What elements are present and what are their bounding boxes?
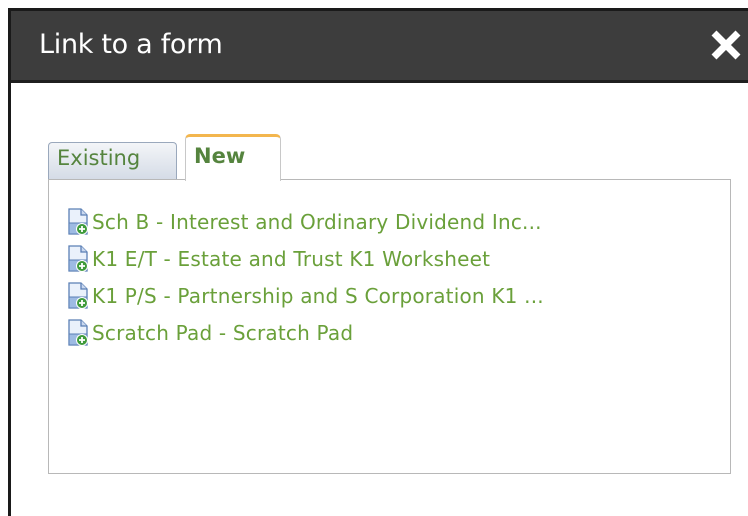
form-list: Sch B - Interest and Ordinary Dividend I… — [67, 203, 544, 351]
new-document-icon — [68, 318, 88, 346]
link-to-form-dialog: Link to a form Existing New Sch B - Inte… — [8, 8, 748, 516]
form-label: K1 P/S - Partnership and S Corporation K… — [92, 283, 544, 308]
tab-new[interactable]: New — [185, 134, 281, 181]
form-label: K1 E/T - Estate and Trust K1 Worksheet — [92, 246, 491, 271]
form-label: Scratch Pad - Scratch Pad — [92, 320, 354, 345]
new-document-icon — [68, 281, 88, 309]
list-item-form[interactable]: Scratch Pad - Scratch Pad — [67, 314, 544, 351]
dialog-titlebar: Link to a form — [11, 11, 748, 83]
list-item-form[interactable]: K1 P/S - Partnership and S Corporation K… — [67, 277, 544, 314]
new-document-icon — [68, 244, 88, 272]
list-item-form[interactable]: K1 E/T - Estate and Trust K1 Worksheet — [67, 240, 544, 277]
new-document-icon — [68, 207, 88, 235]
tab-panel-new: Sch B - Interest and Ordinary Dividend I… — [48, 179, 731, 474]
close-icon[interactable] — [708, 25, 744, 65]
form-label: Sch B - Interest and Ordinary Dividend I… — [92, 209, 542, 234]
tab-existing[interactable]: Existing — [48, 142, 177, 180]
list-item-form[interactable]: Sch B - Interest and Ordinary Dividend I… — [67, 203, 544, 240]
dialog-title: Link to a form — [39, 29, 223, 60]
